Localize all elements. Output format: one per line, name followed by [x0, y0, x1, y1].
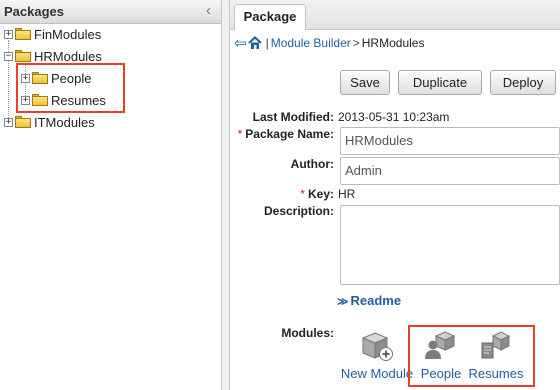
key-label-text: Key: — [307, 187, 334, 201]
required-marker: * — [237, 127, 243, 141]
breadcrumb: ⇦ | Module Builder > HRModules — [234, 34, 424, 52]
breadcrumb-link-module-builder[interactable]: Module Builder — [271, 36, 351, 50]
key-label: * Key: — [300, 187, 334, 201]
tree-node-label[interactable]: ITModules — [34, 115, 95, 130]
duplicate-button[interactable]: Duplicate — [398, 70, 482, 95]
expand-icon[interactable]: + — [4, 117, 13, 127]
tree-node-label[interactable]: HRModules — [34, 49, 102, 64]
package-detail-panel: Package ⇦ | Module Builder > HRModules S… — [230, 0, 560, 390]
collapse-icon[interactable]: − — [4, 51, 13, 61]
readme-label: Readme — [350, 293, 402, 308]
tab-package[interactable]: Package — [234, 4, 306, 30]
breadcrumb-separator: | — [265, 36, 269, 50]
packages-panel-title: Packages — [4, 4, 64, 19]
home-icon[interactable] — [247, 36, 262, 50]
collapse-panel-icon[interactable]: ‹ — [206, 2, 211, 19]
new-module-icon — [361, 332, 393, 361]
description-label: Description: — [263, 204, 334, 218]
tree-node-label[interactable]: FinModules — [34, 27, 101, 42]
highlight-box-modules — [408, 325, 535, 387]
new-module-button[interactable]: New Module — [340, 330, 414, 381]
required-marker: * — [300, 187, 305, 201]
expand-icon[interactable]: + — [4, 29, 13, 39]
author-label: Author: — [290, 157, 334, 171]
double-chevron-down-icon: ≫ — [337, 296, 349, 308]
breadcrumb-current: HRModules — [361, 36, 425, 50]
panel-splitter[interactable] — [222, 0, 230, 390]
folder-icon — [15, 116, 31, 128]
key-value: HR — [338, 187, 356, 201]
back-arrow-icon[interactable]: ⇦ — [234, 34, 247, 52]
tab-bar: Package — [230, 0, 560, 30]
open-folder-icon — [15, 50, 31, 62]
package-name-label: * Package Name: — [238, 127, 334, 141]
package-name-field[interactable]: HRModules — [340, 127, 560, 155]
deploy-button[interactable]: Deploy — [490, 70, 556, 95]
highlight-box-tree-modules — [16, 63, 125, 113]
save-button[interactable]: Save — [340, 70, 390, 95]
description-field[interactable] — [340, 205, 560, 285]
packages-panel: Packages ‹ + FinModules − HRModules + Pe… — [0, 0, 222, 390]
readme-toggle[interactable]: ≫ Readme — [337, 293, 401, 308]
last-modified-value: 2013-05-31 10:23am — [338, 110, 450, 124]
last-modified-label: Last Modified: — [252, 110, 334, 124]
tree-node-itmodules[interactable]: + ITModules — [4, 112, 95, 132]
author-field[interactable]: Admin — [340, 157, 560, 185]
breadcrumb-arrow: > — [352, 36, 360, 50]
package-name-label-text: Package Name: — [245, 127, 334, 141]
folder-icon — [15, 28, 31, 40]
new-module-label: New Module — [340, 366, 414, 381]
modules-label: Modules: — [281, 326, 334, 340]
tree-node-finmodules[interactable]: + FinModules — [4, 24, 101, 44]
packages-panel-header: Packages ‹ — [0, 0, 221, 24]
